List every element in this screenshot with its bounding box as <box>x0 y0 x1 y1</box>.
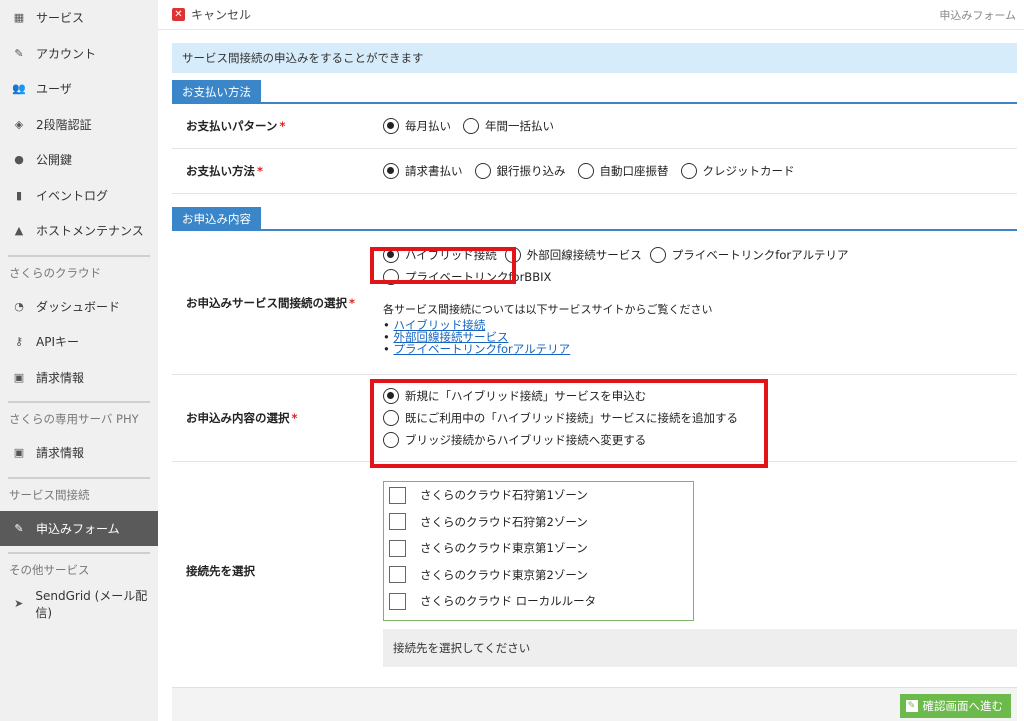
pen-icon: ✎ <box>14 46 24 60</box>
radio-icon <box>577 163 594 179</box>
payment-pattern-options: 毎月払い 年間一括払い <box>383 104 1017 148</box>
user-key-icon: ● <box>14 153 24 167</box>
service-note: 各サービス間接続については以下サービスサイトからご覧ください <box>383 303 713 316</box>
checkbox-icon <box>389 566 406 584</box>
sidebar-section-phy: さくらの専用サーバ PHY <box>9 412 139 426</box>
sidebar-item-service[interactable]: ▦ サービス <box>0 0 158 36</box>
highlight-box <box>370 247 516 284</box>
sidebar-item-sendgrid[interactable]: ➤ SendGrid (メール配信) <box>0 586 158 622</box>
money-icon: ▣ <box>13 370 25 384</box>
users-icon: 👥 <box>12 82 26 96</box>
required-mark: * <box>279 119 286 133</box>
checkbox-icon <box>389 486 406 504</box>
radio-invoice[interactable]: 請求書払い <box>383 163 463 179</box>
send-icon: ➤ <box>14 597 24 611</box>
info-banner: サービス間接続の申込みをすることができます <box>172 43 1017 73</box>
radio-icon <box>463 118 479 134</box>
sidebar-item-host-maintenance[interactable]: ▲ ホストメンテナンス <box>0 213 158 249</box>
pen-icon: ✎ <box>14 521 24 535</box>
warning-icon: ▲ <box>14 224 24 238</box>
radio-icon <box>680 163 697 179</box>
grid-icon: ▦ <box>13 11 25 25</box>
top-bar: ✕ キャンセル 申込みフォーム <box>158 0 1024 30</box>
checkbox-tokyo-2[interactable]: さくらのクラウド東京第2ゾーン <box>384 562 693 589</box>
payment-pattern-row: お支払いパターン * 毎月払い 年間一括払い <box>172 104 1017 149</box>
shield-icon: ◈ <box>14 117 24 131</box>
sidebar-item-api-key[interactable]: ⚷ APIキー <box>0 324 158 360</box>
checkbox-ishikari-1[interactable]: さくらのクラウド石狩第1ゾーン <box>384 482 693 509</box>
radio-monthly[interactable]: 毎月払い <box>383 118 451 134</box>
sidebar-section-sakura-cloud: さくらのクラウド <box>9 265 101 280</box>
checkbox-tokyo-1[interactable]: さくらのクラウド東京第1ゾーン <box>384 535 693 562</box>
sidebar-item-application-form[interactable]: ✎ 申込みフォーム <box>0 510 158 546</box>
sidebar-item-billing[interactable]: ▣ 請求情報 <box>0 360 158 396</box>
sidebar-item-user[interactable]: 👥 ユーザ <box>0 71 158 107</box>
sidebar-item-phy-billing[interactable]: ▣ 請求情報 <box>0 435 158 471</box>
payment-method-options: 請求書払い 銀行振り込み 自動口座振替 クレジットカード <box>383 149 1017 193</box>
checkbox-icon <box>389 539 406 557</box>
sidebar-item-public-key[interactable]: ● 公開鍵 <box>0 142 158 178</box>
sidebar-item-2fa[interactable]: ◈ 2段階認証 <box>0 107 158 143</box>
radio-auto-debit[interactable]: 自動口座振替 <box>577 163 669 179</box>
trash-icon: ▮ <box>15 188 23 202</box>
required-mark: * <box>291 411 298 425</box>
list-item: プライベートリンクforアルテリア <box>383 343 570 355</box>
radio-credit-card[interactable]: クレジットカード <box>680 163 795 179</box>
sidebar-item-account[interactable]: ✎ アカウント <box>0 36 158 72</box>
sidebar-item-event-log[interactable]: ▮ イベントログ <box>0 178 158 214</box>
page-title: 申込みフォーム <box>939 8 1016 22</box>
radio-external-line[interactable]: 外部回線接続サービス <box>504 247 642 263</box>
payment-method-label: お支払い方法 * <box>186 164 264 178</box>
sidebar: ▦ サービス ✎ アカウント 👥 ユーザ ◈ 2段階認証 ● 公開鍵 ▮ イベントログ ▲ ホ… <box>0 0 158 721</box>
close-icon: ✕ <box>172 8 185 21</box>
dashboard-icon: ◔ <box>14 299 24 313</box>
sidebar-item-dashboard[interactable]: ◔ ダッシュボード <box>0 289 158 325</box>
cancel-button[interactable]: ✕ キャンセル <box>172 6 251 23</box>
payment-method-row: お支払い方法 * 請求書払い 銀行振り込み 自動口座振替 クレジットカード <box>172 149 1017 194</box>
checkbox-local-router[interactable]: さくらのクラウド ローカルルータ <box>384 588 693 615</box>
application-section-header: お申込み内容 <box>172 207 1017 231</box>
radio-icon <box>383 118 399 134</box>
confirm-button[interactable]: ✎ 確認画面へ進む <box>899 694 1011 718</box>
destination-label: 接続先を選択 <box>186 564 255 578</box>
footer-bar: ✎ 確認画面へ進む <box>172 687 1017 721</box>
payment-pattern-label: お支払いパターン * <box>186 119 286 133</box>
destination-checklist[interactable]: さくらのクラウド石狩第1ゾーン さくらのクラウド石狩第2ゾーン さくらのクラウド… <box>383 481 694 621</box>
radio-icon <box>383 163 399 179</box>
required-mark: * <box>349 295 356 310</box>
service-select-row: お申込みサービス間接続の選択 * ハイブリッド接続 外部回線接続サービス プライベ… <box>172 231 1017 375</box>
sidebar-section-other: その他サービス <box>9 563 90 577</box>
radio-yearly[interactable]: 年間一括払い <box>463 118 554 134</box>
required-mark: * <box>257 164 264 178</box>
sidebar-section-interconnect: サービス間接続 <box>9 487 90 502</box>
highlight-box <box>370 379 768 468</box>
checkbox-ishikari-2[interactable]: さくらのクラウド石狩第2ゾーン <box>384 509 693 536</box>
radio-private-link-arteria[interactable]: プライベートリンクforアルテリア <box>649 247 848 263</box>
radio-icon <box>649 247 666 263</box>
service-select-label: お申込みサービス間接続の選択 * <box>186 295 356 310</box>
key-icon: ⚷ <box>14 335 24 349</box>
radio-icon <box>474 163 491 179</box>
link-private-link-arteria[interactable]: プライベートリンクforアルテリア <box>393 342 570 356</box>
checkbox-icon <box>389 592 406 610</box>
checkbox-icon <box>389 513 406 531</box>
payment-section-header: お支払い方法 <box>172 80 1017 104</box>
pen-icon: ✎ <box>905 700 918 712</box>
destination-hint: 接続先を選択してください <box>383 629 1017 667</box>
content-select-label: お申込み内容の選択 * <box>186 411 298 425</box>
money-icon: ▣ <box>13 446 25 460</box>
radio-bank-transfer[interactable]: 銀行振り込み <box>474 163 566 179</box>
